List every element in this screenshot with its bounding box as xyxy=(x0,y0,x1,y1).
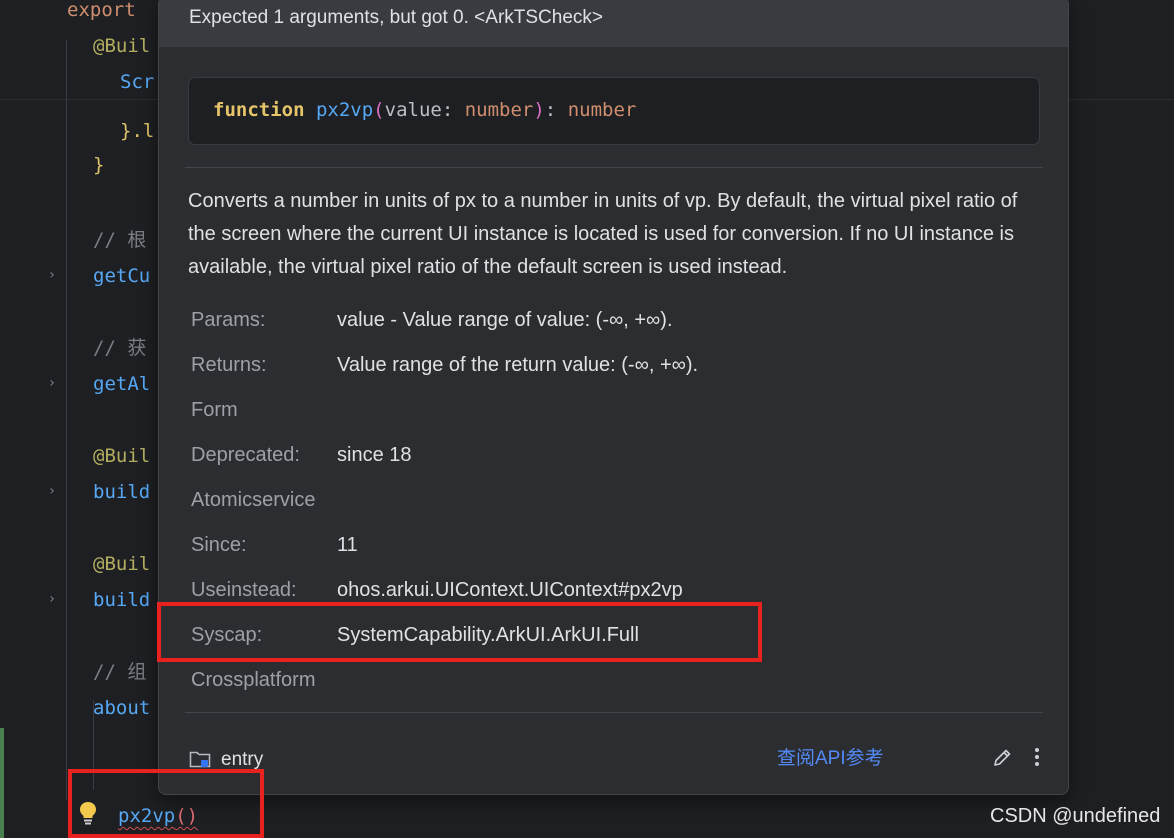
code-line: Scr xyxy=(120,70,154,94)
code-line: @Buil xyxy=(93,552,150,576)
doc-row-label: Crossplatform xyxy=(191,669,316,691)
code-line: }.l xyxy=(120,119,154,143)
code-token: @Buil xyxy=(93,35,151,57)
code-token: build xyxy=(93,481,151,503)
doc-row-value: since 18 xyxy=(337,444,412,466)
code-token: build xyxy=(93,589,151,611)
code-comment: // 获 xyxy=(93,337,147,359)
annotation-box-call xyxy=(68,769,264,838)
doc-description: Converts a number in units of px to a nu… xyxy=(188,190,1018,278)
code-line: build xyxy=(93,588,150,612)
divider xyxy=(185,167,1043,168)
signature-colon: : xyxy=(544,99,568,121)
signature-box: function px2vp(value: number): number xyxy=(188,77,1040,145)
code-token: @Buil xyxy=(93,445,151,467)
pencil-icon[interactable] xyxy=(991,747,1013,769)
annotation-box-syscap xyxy=(157,602,762,662)
doc-row-value: value - Value range of value: (-∞, +∞). xyxy=(337,309,673,331)
doc-row-label: Returns: xyxy=(191,354,267,376)
code-line: } xyxy=(93,153,104,177)
code-comment: // 根 xyxy=(93,229,147,251)
signature-param-type: number xyxy=(464,99,534,121)
doc-row-label: Params: xyxy=(191,309,266,331)
signature-return-type: number xyxy=(567,99,637,121)
code-token: @Buil xyxy=(93,553,151,575)
code-comment: // 组 xyxy=(93,661,147,683)
popup-error-header: Expected 1 arguments, but got 0. <ArkTSC… xyxy=(159,0,1068,47)
code-line: // 获 xyxy=(93,336,146,360)
code-line: build xyxy=(93,480,150,504)
signature-keyword: function xyxy=(213,99,305,121)
doc-row-value: ohos.arkui.UIContext.UIContext#px2vp xyxy=(337,579,683,601)
error-message: Expected 1 arguments, but got 0. <ArkTSC… xyxy=(189,7,604,28)
signature-param: value: xyxy=(384,99,465,121)
code-line: @Buil xyxy=(93,444,150,468)
code-token: Scr xyxy=(120,71,155,93)
doc-row-label: Useinstead: xyxy=(191,579,297,601)
code-line: getAl xyxy=(93,372,150,396)
code-line: about xyxy=(93,696,150,720)
code-line: // 根 xyxy=(93,228,146,252)
quick-documentation-popup: Expected 1 arguments, but got 0. <ArkTSC… xyxy=(158,0,1069,795)
code-token: export xyxy=(67,0,136,21)
divider xyxy=(185,712,1043,713)
code-token: getAl xyxy=(93,373,151,395)
doc-row-label: Form xyxy=(191,399,238,421)
code-token: getCu xyxy=(93,265,151,287)
chevron-right-icon[interactable]: › xyxy=(44,591,60,607)
function-signature: function px2vp(value: number): number xyxy=(213,99,636,121)
chevron-right-icon[interactable]: › xyxy=(44,267,60,283)
doc-row-label: Since: xyxy=(191,534,247,556)
doc-row-value: 11 xyxy=(337,534,358,556)
more-vertical-icon[interactable] xyxy=(1031,745,1043,769)
signature-name: px2vp xyxy=(315,99,374,121)
code-token: about xyxy=(93,697,151,719)
indent-guide xyxy=(66,40,67,800)
chevron-right-icon[interactable]: › xyxy=(44,375,60,391)
code-token: }.l xyxy=(120,120,155,142)
code-line: getCu xyxy=(93,264,150,288)
doc-row-value: Value range of the return value: (-∞, +∞… xyxy=(337,354,699,376)
module-name: entry xyxy=(221,749,264,770)
code-line: @Buil xyxy=(93,34,150,58)
api-reference-link[interactable]: 查阅API参考 xyxy=(777,743,884,770)
doc-row-label: Deprecated: xyxy=(191,444,300,466)
folder-module-icon xyxy=(189,751,211,768)
code-line: // 组 xyxy=(93,660,146,684)
signature-close-paren: ) xyxy=(533,99,545,121)
code-token: } xyxy=(93,154,105,176)
doc-row-label: Atomicservice xyxy=(191,489,316,511)
vcs-change-marker xyxy=(0,728,4,838)
code-line: export xyxy=(67,0,136,22)
chevron-right-icon[interactable]: › xyxy=(44,483,60,499)
signature-open-paren: ( xyxy=(373,99,385,121)
watermark: CSDN @undefined xyxy=(990,805,1161,827)
